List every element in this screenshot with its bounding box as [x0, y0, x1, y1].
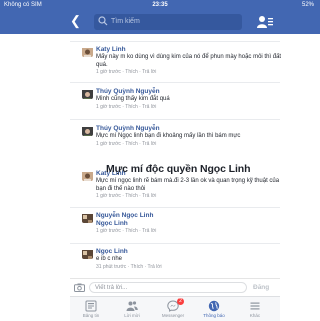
comment-meta[interactable]: 1 giờ trước · Thích · Trả lời: [96, 104, 282, 111]
tab-label: Messenger: [161, 313, 185, 318]
search-icon: [98, 16, 108, 26]
divider: [70, 119, 280, 120]
tab-more[interactable]: Khác: [238, 297, 272, 321]
globe-icon: [208, 300, 220, 312]
status-bar: Không có SIM 23:35 52%: [0, 0, 320, 10]
tab-notifications[interactable]: Thông báo: [197, 297, 231, 321]
tab-friend-requests[interactable]: Lời mời: [115, 297, 149, 321]
camera-icon[interactable]: [74, 283, 85, 292]
avatar[interactable]: [82, 170, 93, 181]
divider: [70, 207, 280, 208]
avatar[interactable]: [82, 248, 93, 259]
messenger-badge: 2: [177, 298, 184, 305]
back-chevron-icon[interactable]: ❮: [70, 14, 84, 28]
tab-messenger[interactable]: 2 Messenger: [156, 297, 190, 321]
comment-meta[interactable]: 1 giờ trước · Thích · Trả lời: [96, 141, 282, 148]
comment-mention[interactable]: Ngọc Linh: [96, 220, 282, 228]
reply-composer: Viết trả lời... Đăng: [70, 278, 280, 296]
comment-text: Mực mí Ngọc linh bạn đi khoảng mấy lần t…: [96, 133, 241, 139]
overlay-caption: Mực mí độc quyền Ngọc Linh: [106, 163, 251, 175]
search-placeholder: Tìm kiếm: [111, 18, 140, 25]
post-button[interactable]: Đăng: [253, 282, 269, 293]
friend-requests-icon: [126, 301, 138, 311]
comment-meta[interactable]: 1 giờ trước · Thích · Trả lời: [96, 69, 282, 76]
tab-news-feed[interactable]: Bảng tin: [74, 297, 108, 321]
comment-meta[interactable]: 1 giờ trước · Thích · Trả lời: [96, 193, 282, 200]
comment-text: e ib c nhe: [96, 256, 123, 262]
comment-author[interactable]: Thúy Quỳnh Nguyễn: [96, 88, 282, 96]
tab-label: Thông báo: [203, 313, 225, 318]
avatar[interactable]: [82, 212, 93, 223]
comment-author[interactable]: Katy Linh: [96, 46, 282, 54]
clock: 23:35: [152, 2, 168, 8]
comment-meta[interactable]: 31 phút trước · Thích · Trả lời: [96, 264, 282, 271]
news-feed-icon: [85, 300, 97, 312]
tab-label: Khác: [249, 313, 261, 318]
menu-icon: [250, 302, 260, 310]
battery-level: 52%: [301, 2, 314, 8]
bottom-tab-bar: Bảng tin Lời mời 2 Messenger Thông báo K…: [70, 296, 280, 321]
comment-author[interactable]: Thúy Quỳnh Nguyễn: [96, 125, 282, 133]
avatar[interactable]: [82, 46, 93, 57]
comment-text: Mình cũng thấy kim đắt quá: [96, 96, 170, 102]
top-bar: ❮ Tìm kiếm: [0, 10, 320, 34]
divider: [70, 82, 280, 83]
reply-input[interactable]: Viết trả lời...: [89, 282, 247, 293]
comment-author[interactable]: Nguyễn Ngọc Linh: [96, 212, 282, 220]
comment-text: Mực mí ngọc linh rẽ bám mà.đi 2-3 lần ok…: [96, 178, 280, 192]
divider: [70, 243, 280, 244]
avatar[interactable]: [82, 88, 93, 99]
people-icon[interactable]: [257, 15, 273, 29]
search-input[interactable]: Tìm kiếm: [94, 14, 242, 30]
comment-author[interactable]: Ngọc Linh: [96, 248, 282, 256]
avatar[interactable]: [82, 125, 93, 136]
comment-text: Mấy này m ko dùng vì dùng kim của nó để …: [96, 54, 282, 68]
divider: [70, 41, 280, 42]
tab-label: Bảng tin: [82, 313, 100, 318]
comment-meta[interactable]: 1 giờ trước · Thích · Trả lời: [96, 228, 282, 235]
tab-label: Lời mời: [124, 313, 140, 318]
